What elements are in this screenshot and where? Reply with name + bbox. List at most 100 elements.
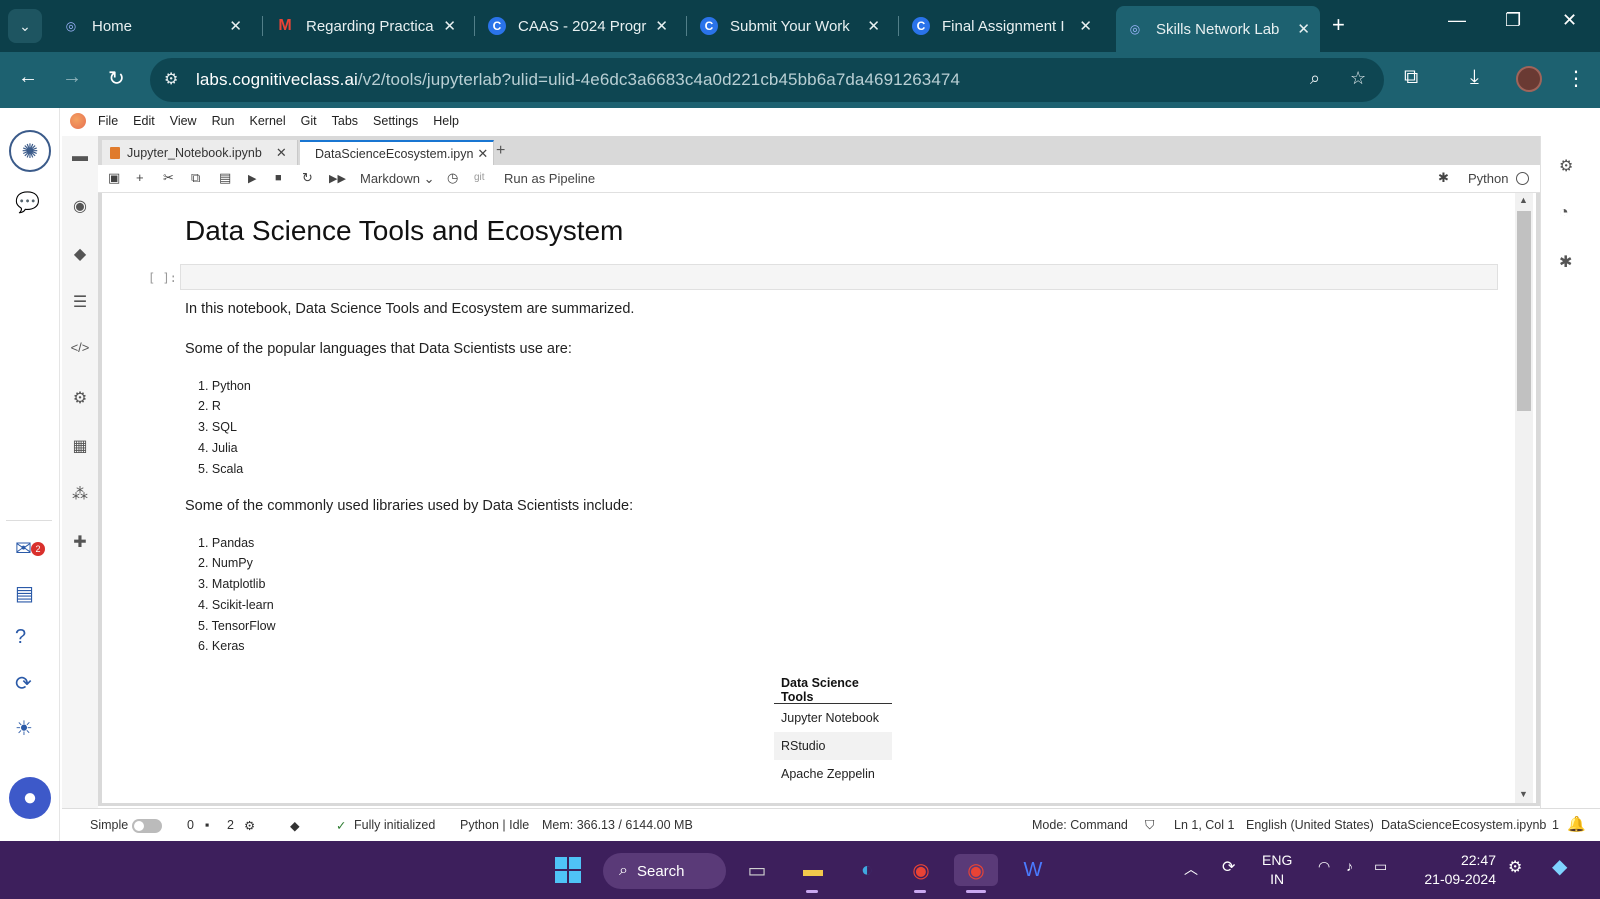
menu-kernel[interactable]: Kernel — [250, 114, 286, 128]
cut-icon[interactable]: ✂ — [163, 170, 174, 186]
debugger-icon[interactable]: ✱ — [1438, 170, 1449, 186]
extension-manager-icon[interactable]: ✚ — [70, 532, 90, 552]
terminal-count[interactable]: 0 — [187, 818, 194, 832]
browser-tab-gmail[interactable]: M Regarding Practica ✕ — [266, 8, 466, 44]
extensions-icon[interactable]: ⧉ — [1404, 66, 1418, 89]
file-explorer-icon[interactable]: ▬ — [796, 854, 830, 886]
browser-tab-submit[interactable]: C Submit Your Work ✕ — [690, 8, 890, 44]
system-clock[interactable]: 22:47 21-09-2024 — [1418, 851, 1496, 889]
property-inspector-icon[interactable]: ⚙ — [70, 388, 90, 408]
minimize-icon[interactable]: — — [1448, 10, 1466, 31]
close-tab-icon[interactable]: ✕ — [867, 17, 880, 35]
edge-icon[interactable]: ◐ — [850, 854, 884, 886]
git-status-icon[interactable]: ◆ — [290, 818, 300, 833]
cursor-position[interactable]: Ln 1, Col 1 — [1174, 818, 1234, 832]
browser-tab-caas[interactable]: C CAAS - 2024 Progr ✕ — [478, 8, 678, 44]
components-icon[interactable]: ⁂ — [70, 484, 90, 504]
doc-tab-jupyter-notebook[interactable]: Jupyter_Notebook.ipynb ✕ — [102, 140, 298, 165]
sync-icon[interactable]: ⟳ — [15, 671, 32, 696]
help-icon[interactable]: ? — [15, 626, 26, 649]
browser-menu-icon[interactable]: ⋮ — [1566, 66, 1586, 91]
close-tab-icon[interactable]: ✕ — [443, 17, 456, 35]
code-snippets-icon[interactable]: </> — [70, 340, 90, 355]
scroll-thumb[interactable] — [1517, 211, 1531, 411]
menu-settings[interactable]: Settings — [373, 114, 418, 128]
scroll-down-icon[interactable]: ▼ — [1519, 789, 1528, 799]
chat-icon[interactable]: 💬 — [15, 190, 40, 215]
kernel-name[interactable]: Python — [1468, 171, 1508, 186]
browser-tab-skills-network[interactable]: ◎ Skills Network Lab ✕ — [1116, 6, 1320, 52]
sync-icon[interactable]: ⟳ — [1222, 857, 1235, 877]
battery-icon[interactable]: ▭ — [1374, 858, 1387, 875]
wifi-icon[interactable]: ◠ — [1318, 858, 1330, 875]
paste-icon[interactable]: ▤ — [219, 170, 231, 186]
menu-tabs[interactable]: Tabs — [332, 114, 358, 128]
menu-run[interactable]: Run — [212, 114, 235, 128]
new-tab-button[interactable]: + — [1332, 12, 1345, 38]
notifications-icon[interactable]: ⚙ — [1508, 857, 1522, 877]
bell-icon[interactable]: 🔔 — [1567, 815, 1586, 833]
insert-cell-icon[interactable]: + — [136, 170, 144, 185]
input-language[interactable]: ENG IN — [1262, 851, 1292, 889]
reload-icon[interactable]: ↻ — [108, 66, 125, 91]
bookmark-star-icon[interactable]: ☆ — [1350, 68, 1366, 89]
run-icon[interactable]: ▶ — [248, 172, 256, 185]
forward-icon[interactable]: → — [62, 66, 82, 89]
browser-tab-home[interactable]: ◎ Home ✕ — [52, 8, 252, 44]
save-icon[interactable]: ▣ — [108, 170, 120, 186]
restore-icon[interactable]: ❐ — [1505, 10, 1521, 31]
table-of-contents-icon[interactable]: ☰ — [70, 292, 90, 312]
address-bar[interactable]: ⚙ labs.cognitiveclass.ai/v2/tools/jupyte… — [150, 58, 1384, 102]
cell-type-select[interactable]: Markdown ⌄ — [360, 171, 435, 187]
taskbar-search[interactable]: ⌕ Search — [603, 853, 726, 889]
zoom-icon[interactable]: ⌕ — [1310, 68, 1320, 89]
close-tab-icon[interactable]: ✕ — [1297, 20, 1310, 38]
close-tab-icon[interactable]: ✕ — [229, 17, 242, 35]
run-as-pipeline-button[interactable]: Run as Pipeline — [504, 171, 595, 186]
chrome-active-icon[interactable]: ◉ — [954, 854, 998, 886]
notification-count[interactable]: 1 — [1552, 818, 1559, 832]
close-icon[interactable]: ✕ — [477, 146, 488, 162]
menu-view[interactable]: View — [170, 114, 197, 128]
kernel-count[interactable]: 2 — [227, 818, 234, 832]
task-view-icon[interactable]: ▭ — [740, 854, 774, 886]
skills-network-logo-icon[interactable]: ✺ — [9, 130, 51, 172]
menu-file[interactable]: File — [98, 114, 118, 128]
git-icon[interactable]: ◆ — [70, 244, 90, 264]
close-tab-icon[interactable]: ✕ — [1079, 17, 1092, 35]
profile-avatar[interactable] — [1516, 66, 1542, 92]
stop-icon[interactable]: ■ — [275, 172, 282, 184]
close-window-icon[interactable]: ✕ — [1562, 10, 1577, 31]
chrome-icon[interactable]: ◉ — [904, 854, 938, 886]
file-browser-icon[interactable]: ▬ — [70, 148, 90, 166]
menu-git[interactable]: Git — [301, 114, 317, 128]
gauge-icon[interactable]: ◔ — [1559, 204, 1569, 222]
scroll-up-icon[interactable]: ▲ — [1519, 195, 1528, 205]
download-icon[interactable]: ⤓ — [1470, 66, 1479, 89]
empty-code-cell[interactable] — [180, 264, 1498, 290]
windows-start-icon[interactable] — [551, 854, 585, 886]
volume-icon[interactable]: ♪ — [1346, 858, 1353, 874]
instructions-icon[interactable]: ▤ — [15, 581, 34, 606]
property-inspector-icon[interactable]: ⚙ — [1559, 156, 1573, 176]
tab-search-button[interactable]: ⌄ — [8, 9, 42, 43]
menu-edit[interactable]: Edit — [133, 114, 155, 128]
notebook-scrollbar[interactable]: ▲ ▼ — [1514, 193, 1536, 803]
debugger-icon[interactable]: ✱ — [1559, 252, 1572, 272]
copilot-icon[interactable]: ◆ — [1552, 854, 1567, 879]
restart-run-all-icon[interactable]: ▶▶ — [329, 172, 346, 185]
running-kernels-icon[interactable]: ◉ — [70, 196, 90, 216]
trusted-icon[interactable]: ⛉ — [1145, 818, 1154, 833]
menu-help[interactable]: Help — [433, 114, 459, 128]
wps-office-icon[interactable]: W — [1016, 854, 1050, 886]
url-text[interactable]: labs.cognitiveclass.ai/v2/tools/jupyterl… — [196, 70, 960, 90]
doc-tab-datascience-ecosystem[interactable]: DataScienceEcosystem.ipyn ✕ — [300, 140, 494, 165]
theme-icon[interactable]: ☀ — [15, 716, 33, 741]
close-icon[interactable]: ✕ — [276, 145, 287, 161]
data-icon[interactable]: ▦ — [70, 436, 90, 456]
close-tab-icon[interactable]: ✕ — [655, 17, 668, 35]
restart-icon[interactable]: ↻ — [302, 170, 313, 186]
notebook-content[interactable]: Data Science Tools and Ecosystem [ ]: In… — [102, 193, 1514, 803]
new-launcher-icon[interactable]: + — [496, 142, 505, 160]
clock-icon[interactable]: ◷ — [447, 170, 458, 186]
